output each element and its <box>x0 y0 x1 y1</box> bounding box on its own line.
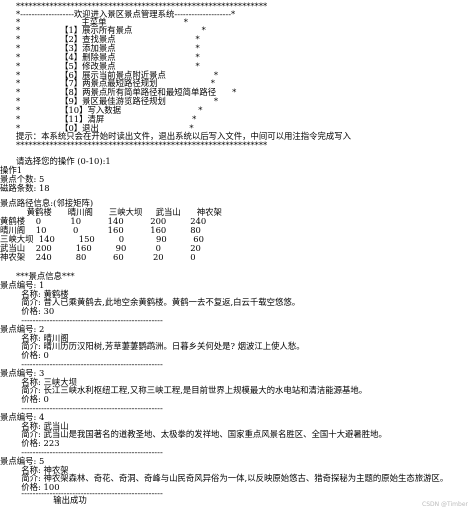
console-line: 神农架 240 80 60 20 0 <box>0 252 196 262</box>
watermark: CSDN @Timber <box>422 501 468 508</box>
console-line: 简介: 神农架森林、奇花、奇洞、奇峰与山民奇风异俗为一体,以反映原始悠古、猎奇探… <box>0 473 449 483</box>
console-line: 输出成功 <box>0 495 87 505</box>
console-line: ****************************************… <box>0 140 268 150</box>
console-line: 简介: 长江三峡水利枢纽工程,又称三峡工程,是目前世界上规模最大的水电站和清洁能… <box>0 385 368 395</box>
console-line: 磁路条数: 18 <box>0 183 50 193</box>
